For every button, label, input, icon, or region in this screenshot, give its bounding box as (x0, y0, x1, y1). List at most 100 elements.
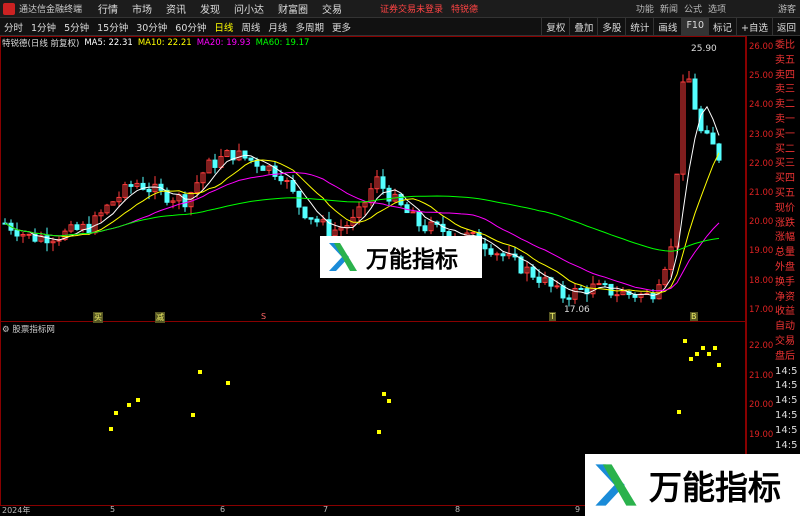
date-label: 8 (455, 505, 461, 514)
app-title: 通达信金融终端 (19, 5, 83, 15)
chart-tool-button[interactable]: 画线 (653, 18, 681, 36)
kline-chart[interactable]: 25.90 17.06 (0, 36, 746, 322)
window-menu: 功能 新闻 公式 选项 游客 (636, 2, 796, 15)
menu-market[interactable]: 市场 (132, 1, 152, 16)
ma-legend: 特锐德(日线 前复权) MA5: 22.31 MA10: 22.21 MA20:… (2, 37, 309, 49)
quote-label: 卖四 (775, 69, 795, 81)
price-tick: 20.00 (749, 217, 774, 228)
candle-body (26, 233, 32, 236)
candle-body (416, 211, 422, 227)
candle-body (290, 180, 296, 192)
quote-label: 总量 (775, 247, 795, 259)
chart-tool-button[interactable]: F10 (681, 18, 708, 36)
chart-tool-button[interactable]: 标记 (708, 18, 736, 36)
period-tab[interactable]: 5分钟 (60, 20, 93, 34)
signal-marker: T (549, 312, 556, 321)
price-tick: 25.00 (749, 71, 774, 82)
quote-label: 买二 (775, 143, 795, 155)
ma10-label: MA10: 22.21 (137, 38, 192, 48)
chart-tool-button[interactable]: +自选 (736, 18, 772, 36)
candle-body (482, 243, 488, 250)
menu-wealth[interactable]: 财富圈 (278, 1, 308, 16)
menu-options[interactable]: 选项 (708, 2, 726, 15)
quote-label: 涨幅 (775, 232, 795, 244)
stock-title: 特锐德(日线 前复权) (2, 39, 80, 49)
quote-label: 14:5 (775, 380, 798, 392)
period-tab[interactable]: 多周期 (291, 20, 328, 34)
menu-function[interactable]: 功能 (636, 2, 654, 15)
indicator-dot (382, 392, 386, 396)
candle-body (14, 229, 20, 237)
candle-body (398, 193, 404, 206)
quote-label: 买三 (775, 158, 795, 170)
kline-svg[interactable]: 25.90 17.06 (1, 37, 747, 323)
candle-body (560, 285, 566, 299)
candle-body (314, 218, 320, 223)
candle-body (554, 285, 560, 288)
quote-label: 卖二 (775, 99, 795, 111)
candle-body (296, 190, 302, 208)
chart-tool-button[interactable]: 叠加 (569, 18, 597, 36)
gear-icon[interactable]: ⚙ (2, 325, 12, 335)
period-tab[interactable]: 分时 (0, 20, 27, 34)
quote-label: 换手 (775, 276, 795, 288)
indicator-tick: 19.00 (749, 429, 774, 440)
price-tick: 24.00 (749, 100, 774, 111)
menu-news[interactable]: 资讯 (166, 1, 186, 16)
period-tab[interactable]: 1分钟 (27, 20, 60, 34)
menu-quotes[interactable]: 行情 (98, 1, 118, 16)
candle-body (278, 175, 284, 182)
menu-ask[interactable]: 问小达 (234, 1, 264, 16)
chart-tool-button[interactable]: 返回 (771, 18, 800, 36)
quote-label: 买一 (775, 128, 795, 140)
price-tick: 19.00 (749, 246, 774, 257)
indicator-dot (109, 427, 113, 431)
low-price-label: 17.06 (564, 305, 590, 315)
watermark-text: 万能指标 (366, 247, 458, 273)
indicator-dot (695, 352, 699, 356)
price-tick: 22.00 (749, 158, 774, 169)
quote-label: 委比 (775, 40, 795, 51)
period-tab[interactable]: 15分钟 (93, 20, 132, 34)
period-tab[interactable]: 30分钟 (132, 20, 171, 34)
quote-label: 14:5 (775, 424, 798, 436)
indicator-name: 股票指标网 (12, 325, 55, 335)
menu-formula[interactable]: 公式 (684, 2, 702, 15)
date-label: 7 (323, 505, 329, 514)
quote-label: 14:5 (775, 410, 798, 421)
quote-label: 现价 (775, 202, 795, 214)
chart-tool-button[interactable]: 统计 (625, 18, 653, 36)
quote-label: 14:5 (775, 395, 798, 407)
candle-body (596, 283, 602, 286)
ma20-label: MA20: 19.93 (196, 38, 251, 48)
period-tab[interactable]: 月线 (264, 20, 291, 34)
period-tab[interactable]: 周线 (237, 20, 264, 34)
quote-panel: 委比 卖五 卖四 卖三 卖二 卖一 买一 买二 买三 买四 买五 现价 涨跌 涨幅 总量 外盘 换手 净资 收益 自动… (774, 36, 800, 516)
high-price-label: 25.90 (691, 44, 717, 54)
candle-body (614, 294, 620, 297)
chart-tool-button[interactable]: 多股 (597, 18, 625, 36)
quote-label: 卖三 (775, 84, 795, 96)
chart-tool-button[interactable]: 复权 (541, 18, 569, 36)
candle-body (410, 211, 416, 214)
candle-body (308, 217, 314, 220)
login-status[interactable]: 证券交易未登录 (380, 2, 443, 15)
app-logo-icon (3, 2, 15, 15)
indicator-dot (707, 352, 711, 356)
candle-body (500, 253, 506, 257)
date-label: 9 (575, 505, 581, 514)
quote-label: 交易 (775, 336, 795, 347)
price-tick: 26.00 (749, 42, 774, 52)
period-tab[interactable]: 更多 (328, 20, 355, 34)
period-tab[interactable]: 日线 (210, 20, 237, 34)
quote-label: 自动 (775, 321, 795, 333)
stock-name-link[interactable]: 特锐德 (451, 2, 478, 15)
period-tab[interactable]: 60分钟 (171, 20, 210, 34)
user-guest[interactable]: 游客 (778, 2, 796, 15)
menu-trade[interactable]: 交易 (322, 1, 342, 16)
watermark-text: 万能指标 (649, 468, 781, 507)
candle-body (704, 130, 710, 134)
indicator-dot (127, 403, 131, 407)
menu-news-top[interactable]: 新闻 (660, 2, 678, 15)
menu-discover[interactable]: 发现 (200, 1, 220, 16)
